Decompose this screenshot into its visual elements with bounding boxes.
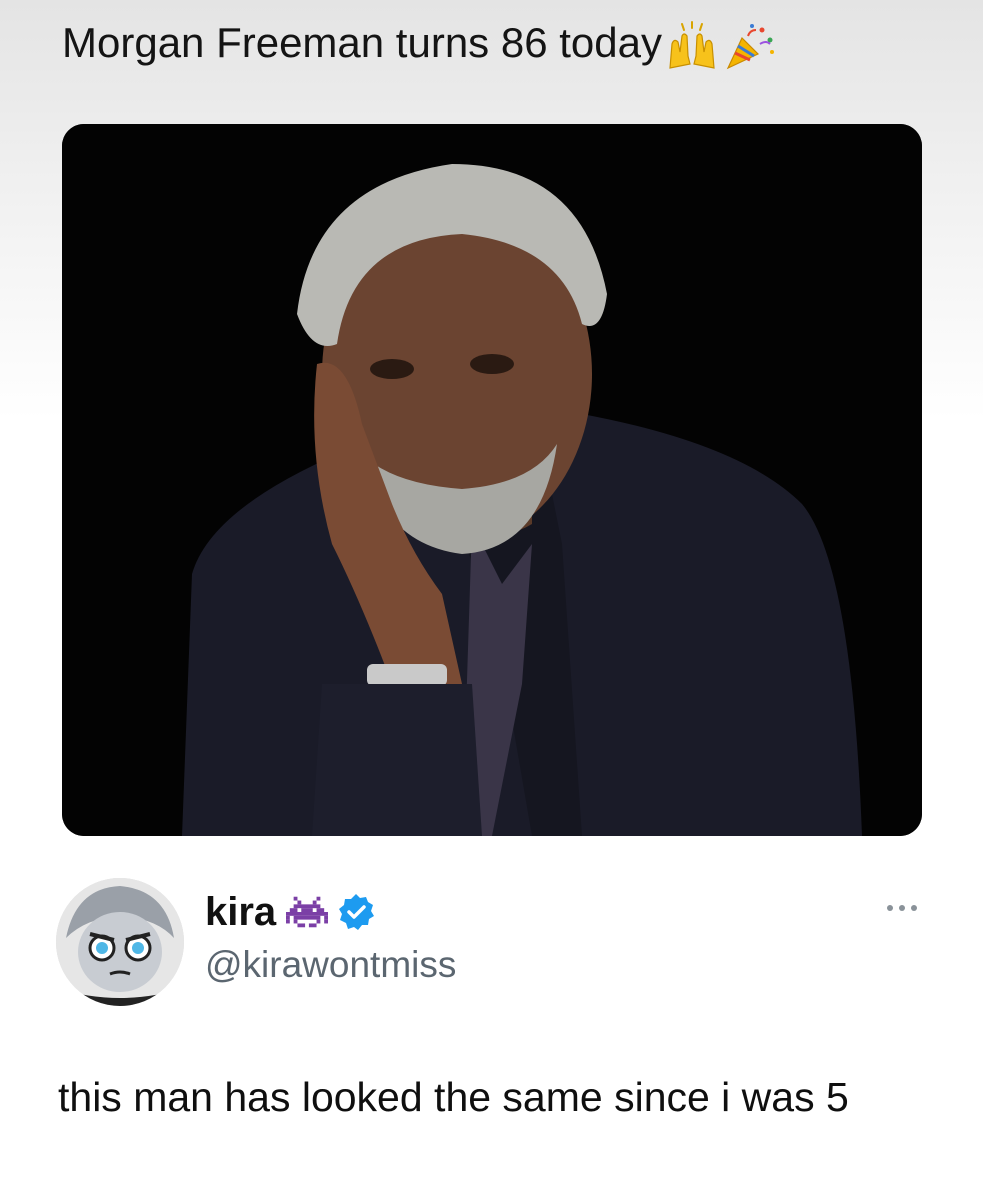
tweet-author-row: kira (205, 884, 376, 940)
user-handle[interactable]: @kirawontmiss (205, 940, 456, 990)
portrait-photo[interactable] (62, 124, 922, 836)
tweet-text: this man has looked the same since i was… (58, 1074, 849, 1120)
party-popper-icon (722, 18, 778, 74)
avatar[interactable] (56, 878, 184, 1006)
alien-monster-icon (286, 894, 329, 930)
verified-badge-icon[interactable] (336, 892, 376, 932)
display-name[interactable]: kira (205, 890, 276, 935)
meme-headline-text: Morgan Freeman turns 86 today (62, 19, 662, 66)
more-options-icon[interactable] (884, 900, 920, 916)
meme-caption: Morgan Freeman turns 86 today (62, 12, 778, 74)
raising-hands-icon (664, 18, 720, 74)
